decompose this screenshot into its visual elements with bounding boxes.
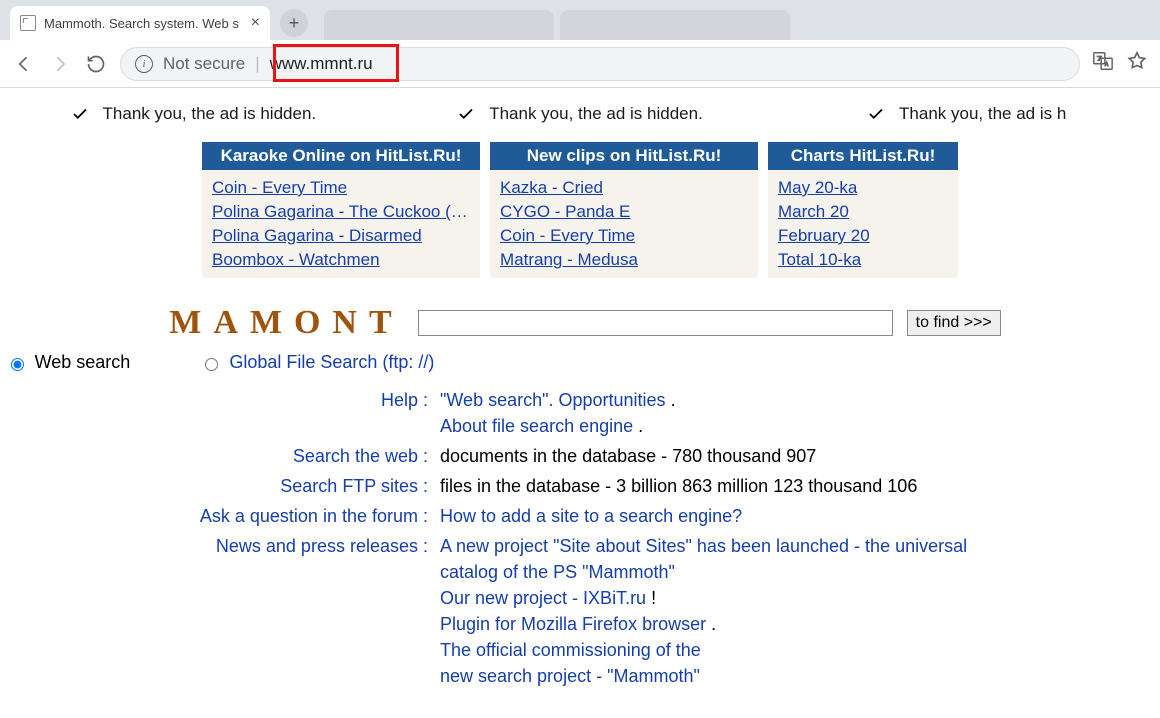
col-charts: Charts HitList.Ru! May 20-ka March 20 Fe… <box>768 142 958 278</box>
tab-title: Mammoth. Search system. Web s <box>44 16 239 31</box>
new-tab-button[interactable]: + <box>280 9 308 37</box>
col-header: New clips on HitList.Ru! <box>490 142 758 170</box>
tab-strip: Mammoth. Search system. Web s × + <box>0 0 1160 40</box>
radio-web-wrap[interactable]: Web search <box>6 352 131 373</box>
search-input[interactable] <box>418 310 893 336</box>
news-item-link[interactable]: The official commissioning of the <box>440 640 701 660</box>
page-body: Thank you, the ad is hidden. Thank you, … <box>0 88 1160 693</box>
news-body: A new project "Site about Sites" has bee… <box>440 533 1030 689</box>
row-web: Search the web : documents in the databa… <box>130 443 1030 469</box>
promo-columns: Karaoke Online on HitList.Ru! Coin - Eve… <box>0 142 1160 278</box>
row-value: "Web search". Opportunities . About file… <box>440 387 1030 439</box>
ad-hidden-msg: Thank you, the ad is h <box>773 104 1160 124</box>
check-icon <box>71 105 89 123</box>
promo-link[interactable]: May 20-ka <box>778 176 948 200</box>
row-news: News and press releases : A new project … <box>130 533 1030 689</box>
dot: . <box>666 390 676 410</box>
not-secure-label: Not secure <box>163 54 245 74</box>
ad-hidden-msg: Thank you, the ad is hidden. <box>387 104 774 124</box>
col-body: May 20-ka March 20 February 20 Total 10-… <box>768 170 958 278</box>
news-text: ! <box>646 588 656 608</box>
info-rows: Help : "Web search". Opportunities . Abo… <box>130 387 1030 689</box>
row-ftp: Search FTP sites : files in the database… <box>130 473 1030 499</box>
row-label: Help : <box>130 387 440 439</box>
promo-link[interactable]: Coin - Every Time <box>212 176 470 200</box>
news-item-link[interactable]: A new project "Site about Sites" has bee… <box>440 536 849 556</box>
search-web-link[interactable]: Search the web : <box>293 446 428 466</box>
translate-icon[interactable] <box>1092 50 1114 77</box>
radio-ftp-wrap[interactable]: Global File Search (ftp: //) <box>200 352 434 373</box>
browser-toolbar: i Not secure | www.mmnt.ru <box>0 40 1160 88</box>
ad-text: Thank you, the ad is h <box>899 104 1066 124</box>
web-count: documents in the database - 780 thousand… <box>440 446 816 466</box>
ad-row: Thank you, the ad is hidden. Thank you, … <box>0 88 1160 142</box>
news-item-link[interactable]: Plugin for Mozilla Firefox browser <box>440 614 706 634</box>
col-clips: New clips on HitList.Ru! Kazka - Cried C… <box>490 142 758 278</box>
promo-link[interactable]: February 20 <box>778 224 948 248</box>
radio-ftp[interactable] <box>205 358 218 371</box>
row-forum: Ask a question in the forum : How to add… <box>130 503 1030 529</box>
promo-link[interactable]: March 20 <box>778 200 948 224</box>
promo-link[interactable]: Coin - Every Time <box>500 224 748 248</box>
ftp-count: files in the database - 3 billion 863 mi… <box>440 476 917 496</box>
dot: . <box>633 416 643 436</box>
radio-web[interactable] <box>11 358 24 371</box>
news-text: . <box>706 614 716 634</box>
back-button[interactable] <box>12 52 36 76</box>
row-help: Help : "Web search". Opportunities . Abo… <box>130 387 1030 439</box>
page-favicon-icon <box>20 15 36 31</box>
promo-link[interactable]: Total 10-ka <box>778 248 948 272</box>
promo-link[interactable]: Polina Gagarina - The Cuckoo (Sau ... <box>212 200 470 224</box>
promo-link[interactable]: Polina Gagarina - Disarmed <box>212 224 470 248</box>
ad-text: Thank you, the ad is hidden. <box>103 104 317 124</box>
background-tab[interactable] <box>324 10 554 40</box>
reload-button[interactable] <box>84 52 108 76</box>
promo-link[interactable]: Kazka - Cried <box>500 176 748 200</box>
promo-link[interactable]: Boombox - Watchmen <box>212 248 470 272</box>
col-body: Coin - Every Time Polina Gagarina - The … <box>202 170 480 278</box>
separator: | <box>255 54 259 74</box>
check-icon <box>457 105 475 123</box>
search-row: MAMONT to find >>> <box>0 304 1160 342</box>
news-item-link[interactable]: Our new project - IXBiT.ru <box>440 588 646 608</box>
news-link[interactable]: News and press releases : <box>216 536 428 556</box>
help-link-web[interactable]: "Web search". Opportunities <box>440 390 666 410</box>
col-body: Kazka - Cried CYGO - Panda E Coin - Ever… <box>490 170 758 278</box>
promo-link[interactable]: CYGO - Panda E <box>500 200 748 224</box>
forum-link[interactable]: Ask a question in the forum : <box>200 506 428 526</box>
close-tab-icon[interactable]: × <box>251 14 260 32</box>
bookmark-star-icon[interactable] <box>1126 50 1148 77</box>
address-bar[interactable]: i Not secure | www.mmnt.ru <box>120 47 1080 81</box>
radio-ftp-label: Global File Search (ftp: //) <box>229 352 434 373</box>
background-tab[interactable] <box>560 10 790 40</box>
col-header: Karaoke Online on HitList.Ru! <box>202 142 480 170</box>
col-karaoke: Karaoke Online on HitList.Ru! Coin - Eve… <box>202 142 480 278</box>
browser-chrome: Mammoth. Search system. Web s × + i Not … <box>0 0 1160 88</box>
browser-tab-active[interactable]: Mammoth. Search system. Web s × <box>10 6 270 40</box>
col-header: Charts HitList.Ru! <box>768 142 958 170</box>
forum-question-link[interactable]: How to add a site to a search engine? <box>440 506 742 526</box>
forward-button[interactable] <box>48 52 72 76</box>
promo-link[interactable]: Matrang - Medusa <box>500 248 748 272</box>
ad-text: Thank you, the ad is hidden. <box>489 104 703 124</box>
search-ftp-link[interactable]: Search FTP sites : <box>280 476 428 496</box>
site-info-icon[interactable]: i <box>135 55 153 73</box>
ad-hidden-msg: Thank you, the ad is hidden. <box>0 104 387 124</box>
help-link-ftp[interactable]: About file search engine <box>440 416 633 436</box>
radio-web-label: Web search <box>35 352 131 373</box>
site-logo: MAMONT <box>159 304 403 342</box>
search-button[interactable]: to find >>> <box>907 310 1001 336</box>
search-scope-radios: Web search Global File Search (ftp: //) <box>0 352 440 373</box>
url-text: www.mmnt.ru <box>270 54 373 74</box>
news-item-link[interactable]: new search project - "Mammoth" <box>440 666 700 686</box>
check-icon <box>867 105 885 123</box>
